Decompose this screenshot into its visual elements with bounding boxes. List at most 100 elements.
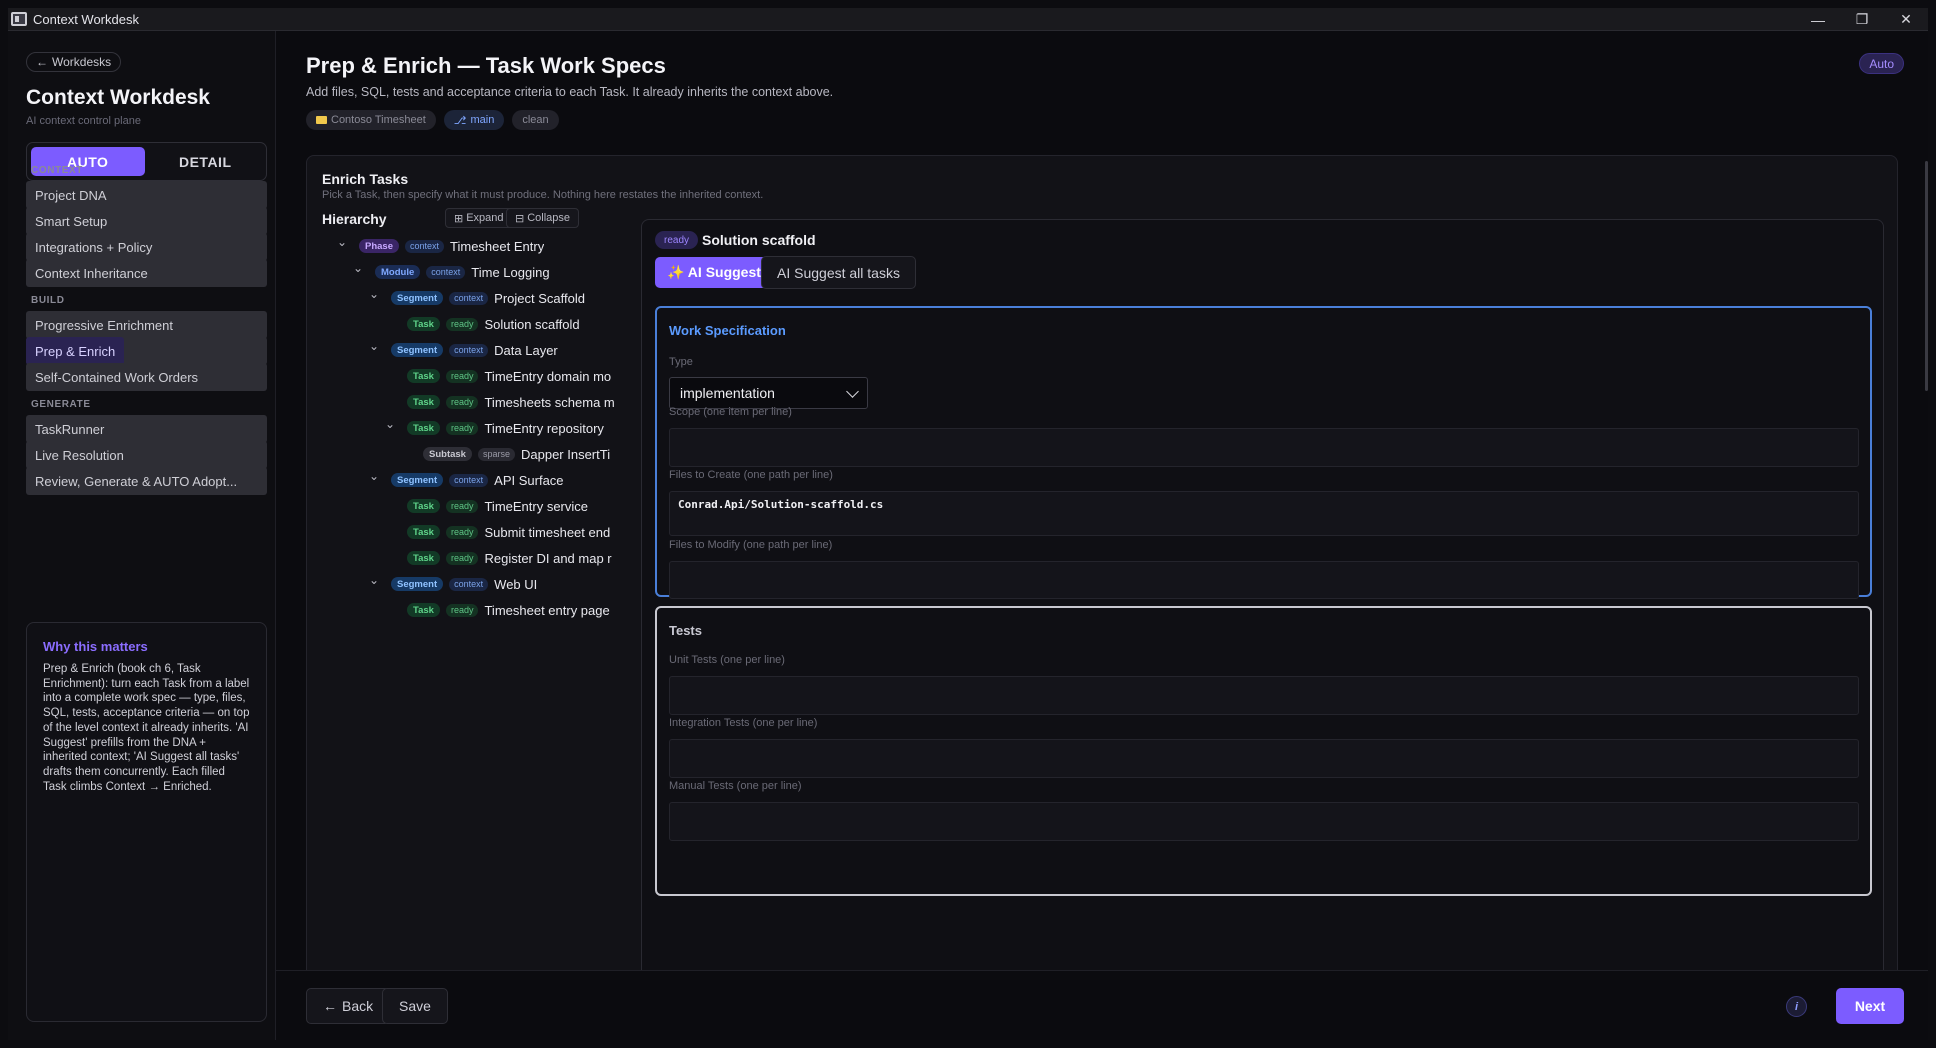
- nav-item-review-generate-adopt[interactable]: Review, Generate & AUTO Adopt...: [26, 467, 267, 495]
- collapse-label: Collapse: [527, 212, 571, 224]
- enrich-tasks-card: Enrich Tasks Pick a Task, then specify w…: [306, 155, 1898, 1000]
- node-state-badge: ready: [445, 421, 479, 435]
- nav-item-integrations-policy[interactable]: Integrations + Policy: [26, 233, 267, 261]
- node-label: Data Layer: [494, 342, 558, 358]
- expand-icon: ⊞: [454, 212, 464, 225]
- tree-node-segment[interactable]: ⌄ Segment context API Surface: [369, 467, 564, 493]
- type-label: Type: [669, 356, 693, 368]
- node-state-badge: context: [449, 577, 489, 591]
- tests-section: Tests Unit Tests (one per line) Integrat…: [655, 606, 1872, 896]
- project-chip: Contoso Timesheet: [306, 110, 436, 130]
- node-state-badge: ready: [445, 499, 479, 513]
- tree-node-segment[interactable]: ⌄ Segment context Web UI: [369, 571, 538, 597]
- app-icon: [11, 12, 27, 26]
- project-chip-label: Contoso Timesheet: [331, 114, 426, 126]
- hierarchy-heading: Hierarchy: [322, 211, 387, 227]
- nav-item-taskrunner[interactable]: TaskRunner: [26, 415, 267, 443]
- node-label: Timesheet Entry: [450, 238, 545, 254]
- tree-node-task[interactable]: Task ready Submit timesheet end: [407, 519, 610, 545]
- branch-chip: ⎇ main: [443, 110, 505, 130]
- node-state-badge: context: [405, 239, 445, 253]
- nav-item-project-dna[interactable]: Project DNA: [26, 181, 267, 209]
- tests-title: Tests: [669, 623, 702, 638]
- ai-suggest-all-button[interactable]: AI Suggest all tasks: [761, 256, 916, 289]
- manual-tests-label: Manual Tests (one per line): [669, 780, 802, 792]
- tree-node-subtask[interactable]: Subtask sparse Dapper InsertTi: [423, 441, 610, 467]
- integration-tests-textarea[interactable]: [669, 739, 1859, 778]
- node-state-badge: context: [449, 291, 489, 305]
- chevron-down-icon[interactable]: ⌄: [369, 288, 379, 300]
- restore-icon[interactable]: ❐: [1840, 8, 1884, 31]
- nav-item-self-contained-work-orders[interactable]: Self-Contained Work Orders: [26, 363, 267, 391]
- task-title: Solution scaffold: [702, 232, 816, 248]
- chevron-down-icon[interactable]: ⌄: [353, 262, 363, 274]
- chevron-down-icon[interactable]: ⌄: [337, 236, 347, 248]
- back-to-workdesks-button[interactable]: ← Workdesks: [26, 52, 122, 72]
- expand-all-button[interactable]: ⊞ Expand: [445, 208, 513, 228]
- node-label: Register DI and map r: [484, 550, 612, 566]
- app-subtitle: AI context control plane: [26, 115, 141, 127]
- ai-suggest-button[interactable]: ✨ AI Suggest: [655, 257, 773, 288]
- save-button[interactable]: Save: [382, 988, 448, 1024]
- node-label: Solution scaffold: [484, 316, 580, 332]
- main-scrollbar[interactable]: [1925, 161, 1928, 391]
- nav-item-progressive-enrichment[interactable]: Progressive Enrichment: [26, 311, 267, 339]
- back-button[interactable]: ← Back: [306, 988, 391, 1024]
- tree-node-task[interactable]: Task ready Solution scaffold: [407, 311, 580, 337]
- chevron-down-icon[interactable]: ⌄: [369, 470, 379, 482]
- branch-icon: ⎇: [453, 114, 467, 127]
- manual-tests-textarea[interactable]: [669, 802, 1859, 841]
- tree-node-task[interactable]: Task ready Timesheets schema m: [407, 389, 615, 415]
- nav-item-prep-enrich[interactable]: Prep & Enrich: [26, 337, 267, 365]
- tree-node-module[interactable]: ⌄ Module context Time Logging: [353, 259, 550, 285]
- collapse-icon: ⊟: [515, 212, 525, 225]
- collapse-all-button[interactable]: ⊟ Collapse: [506, 208, 580, 228]
- info-icon[interactable]: i: [1786, 996, 1807, 1017]
- chevron-down-icon[interactable]: ⌄: [385, 418, 395, 430]
- node-label: TimeEntry service: [484, 498, 589, 514]
- work-specification-section: Work Specification Type implementation S…: [655, 306, 1872, 599]
- window-titlebar: Context Workdesk — ❐ ✕: [8, 8, 1928, 31]
- next-button[interactable]: Next: [1836, 988, 1904, 1024]
- node-type-badge: Segment: [391, 343, 444, 357]
- nav-item-live-resolution[interactable]: Live Resolution: [26, 441, 267, 469]
- files-modify-textarea[interactable]: [669, 561, 1859, 599]
- tree-node-task[interactable]: Task ready Register DI and map r: [407, 545, 612, 571]
- scope-textarea[interactable]: [669, 428, 1859, 467]
- tree-node-task[interactable]: ⌄ Task ready TimeEntry repository: [385, 415, 604, 441]
- node-state-badge: ready: [445, 525, 479, 539]
- nav-item-smart-setup[interactable]: Smart Setup: [26, 207, 267, 235]
- main-content: Prep & Enrich — Task Work Specs Add file…: [276, 31, 1928, 1040]
- node-state-badge: context: [449, 473, 489, 487]
- tree-node-task[interactable]: Task ready Timesheet entry page: [407, 597, 610, 623]
- app-title: Context Workdesk: [26, 86, 210, 109]
- node-type-badge: Module: [375, 265, 421, 279]
- type-select[interactable]: implementation: [669, 377, 868, 409]
- minimize-icon[interactable]: —: [1796, 8, 1840, 31]
- nav-item-context-inheritance[interactable]: Context Inheritance: [26, 259, 267, 287]
- tree-node-task[interactable]: Task ready TimeEntry domain mo: [407, 363, 611, 389]
- unit-tests-textarea[interactable]: [669, 676, 1859, 715]
- tree-node-segment[interactable]: ⌄ Segment context Data Layer: [369, 337, 558, 363]
- node-state-badge: ready: [445, 395, 479, 409]
- node-type-badge: Task: [407, 551, 440, 565]
- node-label: Timesheet entry page: [484, 602, 610, 618]
- nav-item-prep-enrich-label: Prep & Enrich: [26, 337, 125, 365]
- tree-node-task[interactable]: Task ready TimeEntry service: [407, 493, 588, 519]
- close-icon[interactable]: ✕: [1884, 8, 1928, 31]
- tree-node-segment[interactable]: ⌄ Segment context Project Scaffold: [369, 285, 585, 311]
- section-label-build: BUILD: [31, 295, 65, 306]
- app-window: ← Workdesks Context Workdesk AI context …: [8, 31, 1928, 1040]
- mode-detail-button[interactable]: DETAIL: [149, 147, 263, 176]
- chevron-down-icon[interactable]: ⌄: [369, 340, 379, 352]
- node-type-badge: Phase: [359, 239, 399, 253]
- node-type-badge: Task: [407, 499, 440, 513]
- back-to-workdesks-label: Workdesks: [52, 55, 112, 69]
- chevron-down-icon[interactable]: ⌄: [369, 574, 379, 586]
- page-title: Prep & Enrich — Task Work Specs: [306, 53, 666, 78]
- arrow-left-icon: ←: [323, 998, 337, 1014]
- node-state-badge: ready: [445, 369, 479, 383]
- node-label: Web UI: [494, 576, 538, 592]
- tree-node-phase[interactable]: ⌄ Phase context Timesheet Entry: [337, 233, 545, 259]
- files-create-textarea[interactable]: Conrad.Api/Solution-scaffold.cs: [669, 491, 1859, 536]
